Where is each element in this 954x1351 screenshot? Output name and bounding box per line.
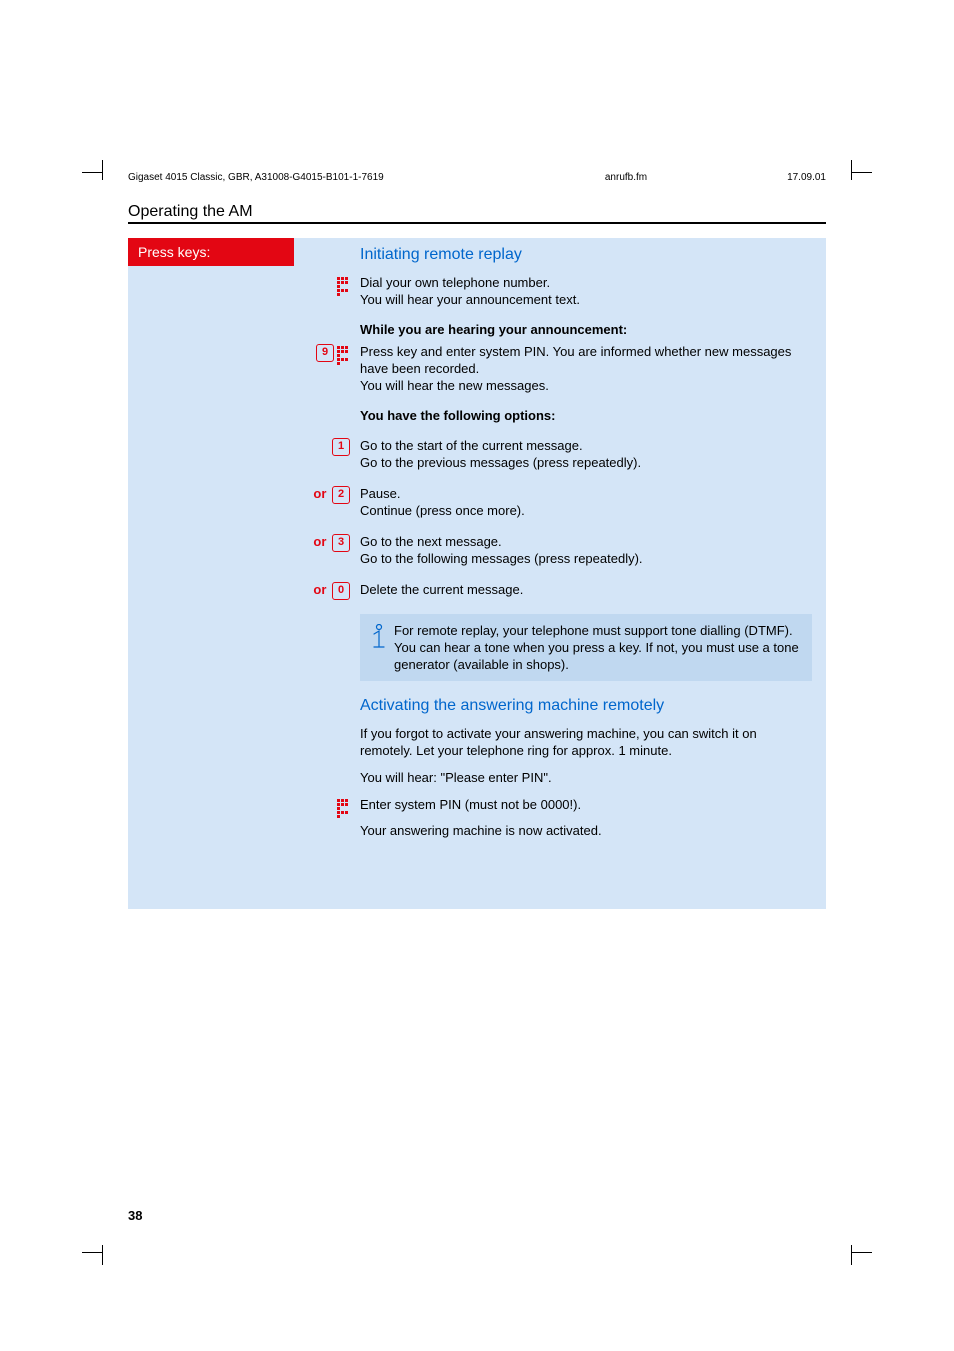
header-mid: anrufb.fm	[526, 172, 726, 183]
enter-pin-instruction: Enter system PIN (must not be 0000!).	[360, 796, 812, 814]
options-heading: You have the following options:	[360, 408, 812, 423]
key-0-instruction: Delete the current message.	[360, 581, 812, 600]
sidebar: Press keys:	[128, 238, 294, 909]
heading-initiating-remote-replay: Initiating remote replay	[360, 246, 812, 264]
activating-p2: You will hear: "Please enter PIN".	[360, 769, 812, 786]
dialpad-icon	[336, 346, 350, 360]
key-3-instruction: Go to the next message. Go to the follow…	[360, 533, 812, 567]
dialpad-icon	[304, 796, 360, 814]
key-1: 1	[304, 437, 360, 471]
dial-instruction: Dial your own telephone number. You will…	[360, 274, 812, 308]
or-key-3: or 3	[304, 533, 360, 567]
page-number: 38	[128, 1208, 142, 1223]
section-title: Operating the AM	[128, 203, 826, 221]
heading-activating-remotely: Activating the answering machine remotel…	[360, 697, 812, 715]
key-2-instruction: Pause. Continue (press once more).	[360, 485, 812, 519]
dialpad-icon	[304, 274, 360, 308]
key-9: 9	[316, 344, 334, 362]
main-content: Initiating remote replay Dial your own t…	[294, 238, 826, 909]
info-box: For remote replay, your telephone must s…	[360, 614, 812, 681]
activated-text: Your answering machine is now activated.	[360, 822, 812, 839]
or-key-0: or 0	[304, 581, 360, 600]
info-text: For remote replay, your telephone must s…	[394, 622, 802, 673]
section-rule	[128, 222, 826, 224]
key-9-with-dialpad: 9	[304, 343, 360, 394]
header-left: Gigaset 4015 Classic, GBR, A31008-G4015-…	[128, 172, 526, 183]
or-key-2: or 2	[304, 485, 360, 519]
activating-p1: If you forgot to activate your answering…	[360, 725, 812, 759]
while-hearing-heading: While you are hearing your announcement:	[360, 322, 812, 337]
info-icon	[370, 622, 394, 673]
header-right: 17.09.01	[726, 172, 826, 183]
key-1-instruction: Go to the start of the current message. …	[360, 437, 812, 471]
sidebar-title: Press keys:	[128, 238, 294, 266]
page-header: Gigaset 4015 Classic, GBR, A31008-G4015-…	[128, 172, 826, 183]
key-9-instruction: Press key and enter system PIN. You are …	[360, 343, 812, 394]
